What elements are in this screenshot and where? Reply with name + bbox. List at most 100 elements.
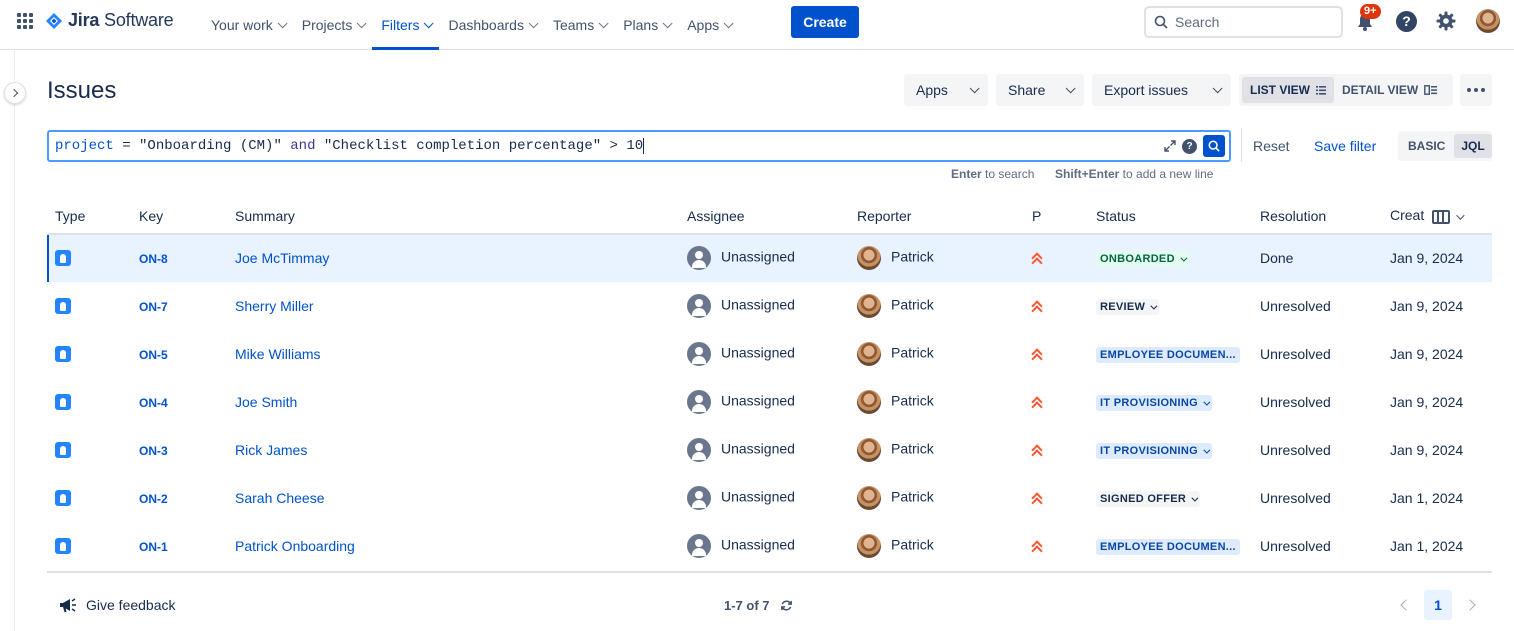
cell-status[interactable]: IT PROVISIONING [1096, 426, 1260, 475]
table-row[interactable]: ON-2 Sarah Cheese Unassigned Patrick SIG… [47, 474, 1492, 523]
issue-summary-link[interactable]: Sarah Cheese [235, 490, 325, 506]
detail-view-button[interactable]: DETAIL VIEW [1334, 77, 1445, 103]
column-header-created[interactable]: Creat [1390, 198, 1492, 235]
issue-key-link[interactable]: ON-7 [139, 300, 168, 314]
issue-summary-link[interactable]: Rick James [235, 442, 307, 458]
issue-summary-link[interactable]: Joe McTimmay [235, 250, 329, 266]
cell-reporter[interactable]: Patrick [857, 378, 1032, 427]
nav-teams[interactable]: Teams [544, 0, 614, 50]
give-feedback-button[interactable]: Give feedback [58, 596, 176, 614]
profile-avatar[interactable] [1476, 9, 1500, 33]
share-dropdown-button[interactable]: Share [996, 74, 1084, 106]
cell-assignee[interactable]: Unassigned [687, 426, 857, 475]
cell-reporter[interactable]: Patrick [857, 234, 1032, 283]
column-header-priority[interactable]: P [1032, 198, 1096, 235]
column-header-reporter[interactable]: Reporter [857, 198, 1032, 235]
issue-key-link[interactable]: ON-3 [139, 444, 168, 458]
column-header-status[interactable]: Status [1096, 198, 1260, 235]
reset-button[interactable]: Reset [1253, 138, 1290, 154]
cell-assignee[interactable]: Unassigned [687, 522, 857, 571]
cell-status[interactable]: IT PROVISIONING [1096, 378, 1260, 427]
column-header-type[interactable]: Type [47, 198, 139, 235]
chevron-left-icon[interactable] [1400, 599, 1412, 611]
status-lozenge[interactable]: EMPLOYEE DOCUMEN... [1096, 539, 1240, 555]
run-search-button[interactable] [1203, 135, 1225, 157]
cell-key[interactable]: ON-2 [139, 474, 235, 523]
jql-query-input[interactable]: project = "Onboarding (CM)" and "Checkli… [47, 130, 1231, 162]
cell-assignee[interactable]: Unassigned [687, 282, 857, 331]
cell-assignee[interactable]: Unassigned [687, 234, 857, 283]
settings-gear-icon[interactable] [1435, 10, 1457, 32]
issue-key-link[interactable]: ON-4 [139, 396, 168, 410]
table-row[interactable]: ON-5 Mike Williams Unassigned Patrick EM… [47, 330, 1492, 379]
nav-plans[interactable]: Plans [614, 0, 678, 50]
status-lozenge[interactable]: ONBOARDED [1096, 251, 1189, 268]
cell-status[interactable]: REVIEW [1096, 282, 1260, 331]
column-header-summary[interactable]: Summary [235, 198, 687, 235]
cell-assignee[interactable]: Unassigned [687, 330, 857, 379]
issue-key-link[interactable]: ON-8 [139, 252, 168, 266]
nav-filters[interactable]: Filters [372, 0, 440, 50]
cell-key[interactable]: ON-4 [139, 378, 235, 427]
status-lozenge[interactable]: SIGNED OFFER [1096, 491, 1201, 507]
page-button-current[interactable]: 1 [1424, 590, 1452, 620]
create-button[interactable]: Create [791, 6, 859, 38]
cell-summary[interactable]: Joe McTimmay [235, 234, 687, 283]
column-header-key[interactable]: Key [139, 198, 235, 235]
issue-key-link[interactable]: ON-1 [139, 540, 168, 554]
app-switcher-icon[interactable] [17, 13, 33, 29]
refresh-icon[interactable] [780, 599, 793, 612]
issue-summary-link[interactable]: Sherry Miller [235, 298, 314, 314]
cell-reporter[interactable]: Patrick [857, 330, 1032, 379]
cell-status[interactable]: ONBOARDED [1096, 234, 1260, 283]
cell-reporter[interactable]: Patrick [857, 282, 1032, 331]
jql-mode-button[interactable]: JQL [1454, 134, 1492, 158]
table-row[interactable]: ON-1 Patrick Onboarding Unassigned Patri… [47, 522, 1492, 571]
apps-dropdown-button[interactable]: Apps [904, 74, 988, 106]
cell-reporter[interactable]: Patrick [857, 426, 1032, 475]
issue-summary-link[interactable]: Joe Smith [235, 394, 297, 410]
cell-key[interactable]: ON-3 [139, 426, 235, 475]
cell-key[interactable]: ON-1 [139, 522, 235, 571]
cell-status[interactable]: EMPLOYEE DOCUMEN... [1096, 330, 1260, 379]
column-header-resolution[interactable]: Resolution [1260, 198, 1390, 235]
cell-reporter[interactable]: Patrick [857, 522, 1032, 571]
cell-key[interactable]: ON-5 [139, 330, 235, 379]
cell-summary[interactable]: Joe Smith [235, 378, 687, 427]
help-icon[interactable]: ? [1396, 11, 1417, 32]
more-actions-button[interactable] [1460, 74, 1492, 106]
cell-status[interactable]: EMPLOYEE DOCUMEN... [1096, 522, 1260, 571]
table-row[interactable]: ON-3 Rick James Unassigned Patrick IT PR… [47, 426, 1492, 475]
list-view-button[interactable]: LIST VIEW [1242, 77, 1334, 103]
status-lozenge[interactable]: EMPLOYEE DOCUMEN... [1096, 347, 1240, 363]
expand-sidebar-button[interactable] [4, 82, 26, 104]
column-header-assignee[interactable]: Assignee [687, 198, 857, 235]
table-row[interactable]: ON-8 Joe McTimmay Unassigned Patrick ONB… [47, 234, 1492, 283]
issue-summary-link[interactable]: Patrick Onboarding [235, 538, 355, 554]
cell-assignee[interactable]: Unassigned [687, 378, 857, 427]
cell-reporter[interactable]: Patrick [857, 474, 1032, 523]
cell-status[interactable]: SIGNED OFFER [1096, 474, 1260, 523]
jira-logo[interactable]: Jira Software [46, 10, 174, 31]
issue-key-link[interactable]: ON-2 [139, 492, 168, 506]
nav-projects[interactable]: Projects [293, 0, 373, 50]
cell-summary[interactable]: Patrick Onboarding [235, 522, 687, 571]
chevron-right-icon[interactable] [1464, 599, 1476, 611]
cell-key[interactable]: ON-7 [139, 282, 235, 331]
nav-dashboards[interactable]: Dashboards [439, 0, 544, 50]
cell-key[interactable]: ON-8 [139, 234, 235, 283]
issue-summary-link[interactable]: Mike Williams [235, 346, 321, 362]
cell-assignee[interactable]: Unassigned [687, 474, 857, 523]
expand-editor-icon[interactable] [1164, 140, 1176, 152]
status-lozenge[interactable]: IT PROVISIONING [1096, 395, 1213, 411]
table-row[interactable]: ON-7 Sherry Miller Unassigned Patrick RE… [47, 282, 1492, 331]
nav-apps[interactable]: Apps [678, 0, 739, 50]
nav-your-work[interactable]: Your work [202, 0, 293, 50]
cell-summary[interactable]: Mike Williams [235, 330, 687, 379]
cell-summary[interactable]: Rick James [235, 426, 687, 475]
save-filter-button[interactable]: Save filter [1314, 138, 1376, 154]
status-lozenge[interactable]: IT PROVISIONING [1096, 443, 1213, 459]
search-input[interactable]: Search [1144, 6, 1343, 38]
cell-summary[interactable]: Sherry Miller [235, 282, 687, 331]
column-picker-button[interactable] [1432, 209, 1465, 224]
